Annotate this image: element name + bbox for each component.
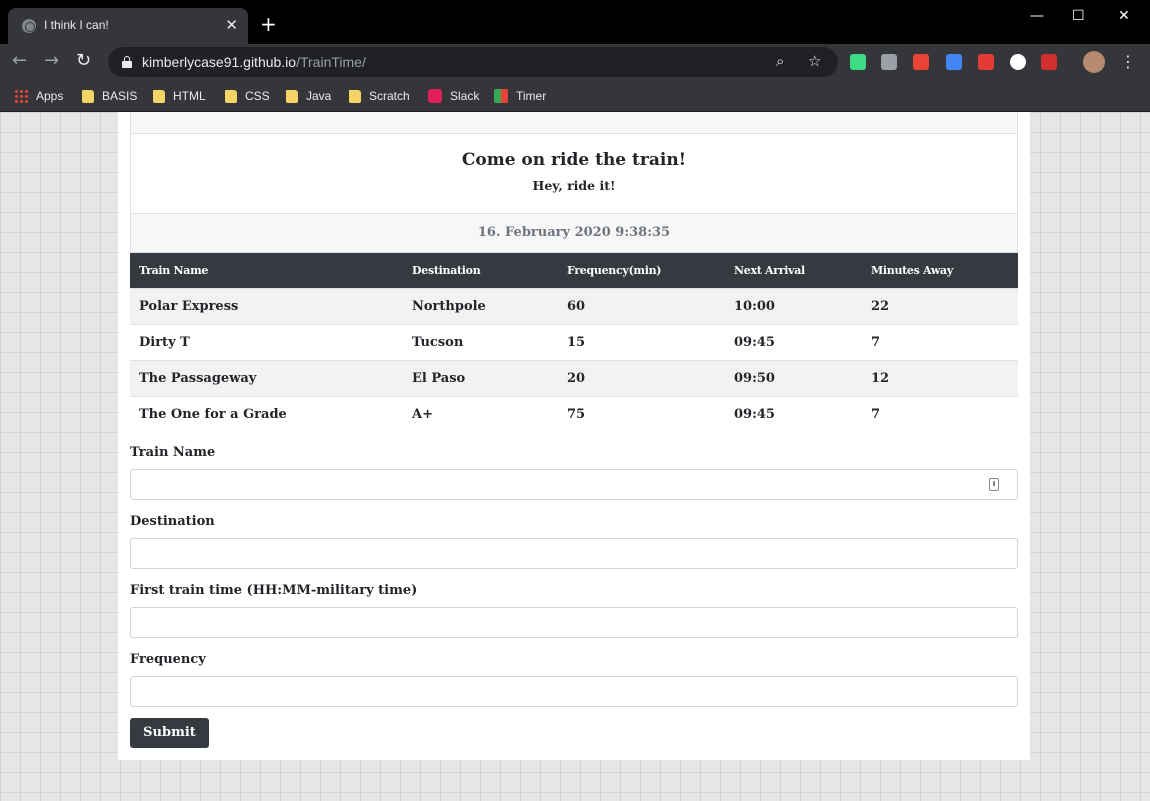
table-row: Polar Express Northpole 60 10:00 22: [130, 287, 1018, 324]
submit-button[interactable]: Submit: [130, 718, 209, 748]
folder-icon: [82, 90, 94, 103]
bookmark-basis[interactable]: BASIS: [82, 87, 137, 105]
apps-grid-icon: [14, 89, 28, 103]
frequency-label: Frequency: [130, 652, 206, 667]
header-train-name: Train Name: [130, 253, 403, 288]
header-frequency: Frequency(min): [558, 253, 725, 288]
folder-icon: [349, 90, 361, 103]
cell-destination: Tucson: [403, 323, 558, 360]
cell-frequency: 75: [558, 395, 725, 432]
extension-icon[interactable]: [913, 54, 929, 70]
page-title: Come on ride the train!: [461, 150, 687, 170]
extension-icon[interactable]: [1041, 54, 1057, 70]
cell-next-arrival: 09:45: [725, 323, 862, 360]
add-train-form: Train Name Destination First train time …: [130, 445, 1018, 748]
bookmark-timer[interactable]: Timer: [494, 87, 546, 105]
cell-minutes-away: 22: [862, 287, 1018, 324]
extension-icon[interactable]: [1010, 54, 1026, 70]
current-time: 16. February 2020 9:38:35: [130, 213, 1018, 253]
first-train-time-label: First train time (HH:MM-military time): [130, 583, 418, 598]
url-text[interactable]: kimberlycase91.github.io/TrainTime/: [142, 54, 366, 70]
cell-train-name: Polar Express: [130, 287, 403, 324]
address-bar[interactable]: kimberlycase91.github.io/TrainTime/ ⌕ ☆: [108, 47, 838, 77]
timer-icon: [494, 89, 508, 103]
menu-icon[interactable]: ⋮: [1120, 52, 1136, 71]
cell-minutes-away: 12: [862, 359, 1018, 396]
train-name-label: Train Name: [130, 445, 216, 460]
cell-destination: Northpole: [403, 287, 558, 324]
cell-destination: El Paso: [403, 359, 558, 396]
cell-train-name: The Passageway: [130, 359, 403, 396]
cell-next-arrival: 10:00: [725, 287, 862, 324]
folder-icon: [286, 90, 298, 103]
close-tab-icon[interactable]: ✕: [225, 16, 238, 34]
reload-icon[interactable]: ↻: [76, 51, 91, 71]
back-icon[interactable]: ←: [12, 51, 27, 71]
page-viewport: Come on ride the train! Hey, ride it! 16…: [0, 112, 1150, 801]
page-container: Come on ride the train! Hey, ride it! 16…: [118, 112, 1030, 760]
tab-strip: I think I can! ✕ + — ☐ ✕: [0, 0, 1150, 44]
page-subtitle: Hey, ride it!: [532, 178, 616, 193]
header-minutes-away: Minutes Away: [862, 253, 1018, 288]
destination-label: Destination: [130, 514, 215, 529]
extension-icon[interactable]: [881, 54, 897, 70]
cell-minutes-away: 7: [862, 395, 1018, 432]
bookmark-star-icon[interactable]: ☆: [808, 52, 821, 70]
train-schedule-table: Train Name Destination Frequency(min) Ne…: [130, 253, 1018, 432]
cell-frequency: 20: [558, 359, 725, 396]
zoom-icon[interactable]: ⌕: [776, 52, 784, 70]
folder-icon: [225, 90, 237, 103]
bookmark-java[interactable]: Java: [286, 87, 331, 105]
header-next-arrival: Next Arrival: [725, 253, 862, 288]
frequency-input[interactable]: [130, 676, 1018, 707]
bookmark-apps[interactable]: Apps: [14, 87, 63, 105]
table-header-row: Train Name Destination Frequency(min) Ne…: [130, 253, 1018, 288]
window-close-icon[interactable]: ✕: [1118, 8, 1130, 24]
bookmark-slack[interactable]: Slack: [428, 87, 479, 105]
browser-tab[interactable]: I think I can! ✕: [8, 8, 248, 44]
lock-icon[interactable]: [122, 56, 132, 68]
top-panel: [130, 112, 1018, 134]
globe-icon: [22, 19, 36, 33]
extension-icon[interactable]: [978, 54, 994, 70]
bookmarks-bar: Apps BASIS HTML CSS Java Scratch Slack T…: [0, 80, 1150, 112]
tab-title: I think I can!: [44, 18, 109, 32]
table-row: The Passageway El Paso 20 09:50 12: [130, 359, 1018, 396]
browser-toolbar: ← → ↻ kimberlycase91.github.io/TrainTime…: [0, 44, 1150, 80]
minimize-icon[interactable]: —: [1030, 8, 1044, 24]
header-panel: Come on ride the train! Hey, ride it!: [130, 133, 1018, 214]
cell-train-name: The One for a Grade: [130, 395, 403, 432]
slack-icon: [428, 89, 442, 103]
table-row: Dirty T Tucson 15 09:45 7: [130, 323, 1018, 360]
extension-icon[interactable]: [850, 54, 866, 70]
cell-next-arrival: 09:50: [725, 359, 862, 396]
new-tab-button[interactable]: +: [260, 14, 277, 34]
forward-icon[interactable]: →: [44, 51, 59, 71]
train-name-input[interactable]: [130, 469, 1018, 500]
bookmark-html[interactable]: HTML: [153, 87, 206, 105]
bookmark-scratch[interactable]: Scratch: [349, 87, 410, 105]
cell-frequency: 15: [558, 323, 725, 360]
first-train-time-input[interactable]: [130, 607, 1018, 638]
autofill-icon[interactable]: [989, 478, 999, 491]
header-destination: Destination: [403, 253, 558, 288]
maximize-icon[interactable]: ☐: [1072, 8, 1085, 24]
cell-next-arrival: 09:45: [725, 395, 862, 432]
cell-destination: A+: [403, 395, 558, 432]
profile-avatar[interactable]: [1083, 51, 1105, 73]
cell-frequency: 60: [558, 287, 725, 324]
cell-train-name: Dirty T: [130, 323, 403, 360]
destination-input[interactable]: [130, 538, 1018, 569]
bookmark-css[interactable]: CSS: [225, 87, 270, 105]
cell-minutes-away: 7: [862, 323, 1018, 360]
folder-icon: [153, 90, 165, 103]
table-row: The One for a Grade A+ 75 09:45 7: [130, 395, 1018, 432]
extension-icon[interactable]: [946, 54, 962, 70]
